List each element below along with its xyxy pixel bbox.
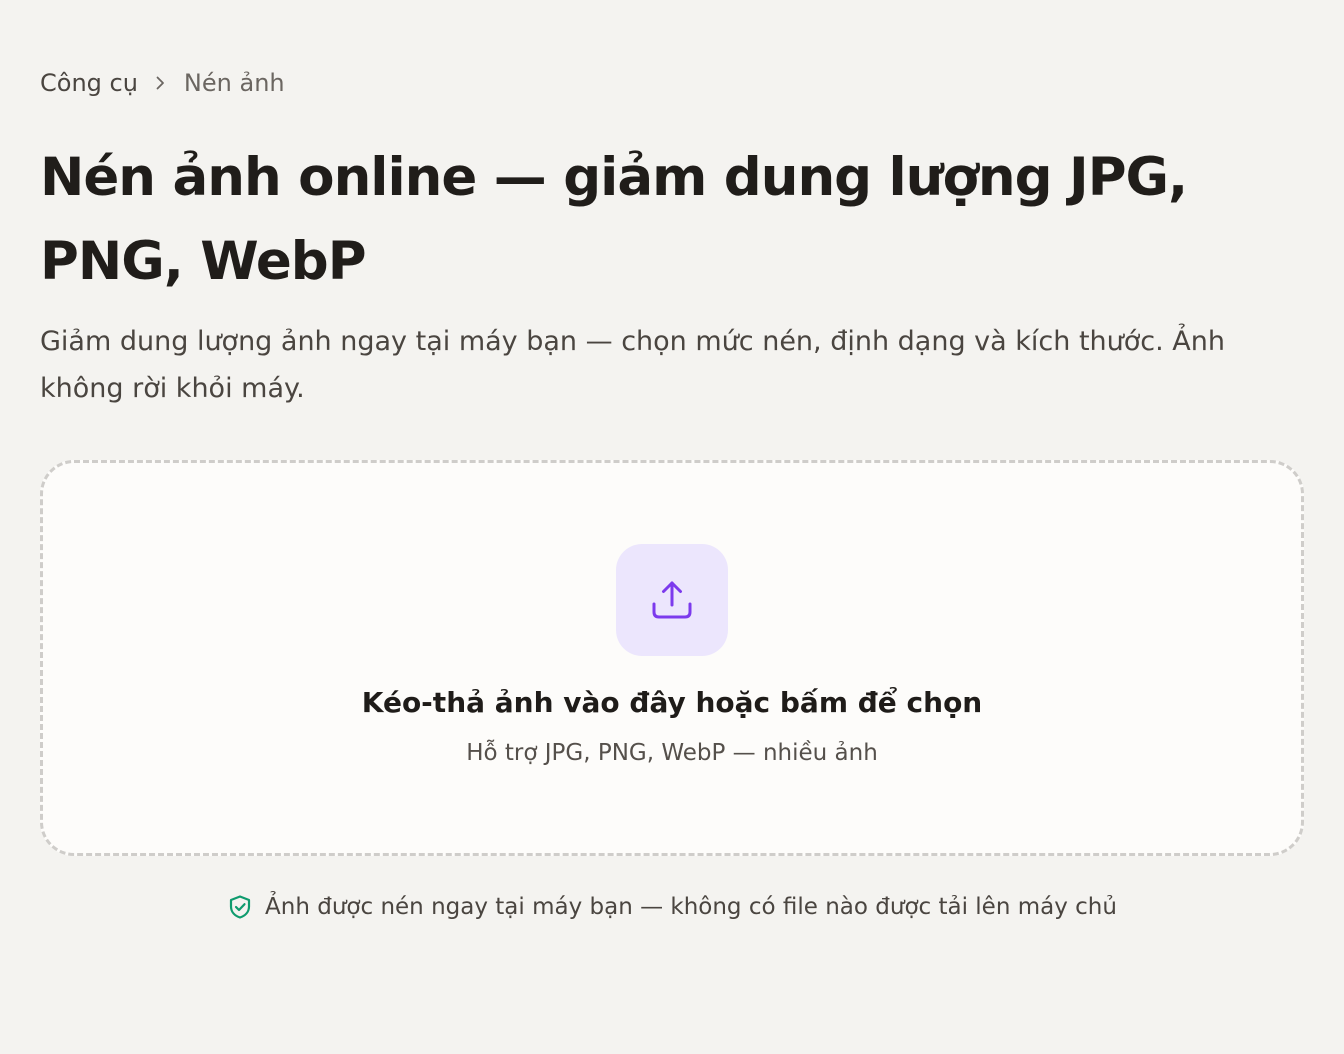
- shield-check-icon: [229, 895, 251, 919]
- dropzone-hint: Hỗ trợ JPG, PNG, WebP — nhiều ảnh: [466, 740, 878, 766]
- page: Công cụ Nén ảnh Nén ảnh online — giảm du…: [0, 0, 1344, 1054]
- page-subtitle: Giảm dung lượng ảnh ngay tại máy bạn — c…: [40, 326, 1225, 404]
- page-title: Nén ảnh online — giảm dung lượng JPG, PN…: [40, 147, 1188, 292]
- upload-icon-tile: [616, 544, 728, 656]
- privacy-text: Ảnh được nén ngay tại máy bạn — không có…: [265, 894, 1117, 920]
- upload-dropzone[interactable]: Kéo-thả ảnh vào đây hoặc bấm để chọn Hỗ …: [40, 460, 1304, 856]
- breadcrumb-link-tools[interactable]: Công cụ: [40, 64, 138, 102]
- upload-icon: [652, 581, 692, 619]
- breadcrumb-current: Nén ảnh: [183, 69, 285, 97]
- chevron-right-icon: [156, 76, 164, 90]
- breadcrumb: Công cụ Nén ảnh: [40, 64, 285, 102]
- privacy-note: Ảnh được nén ngay tại máy bạn — không có…: [0, 888, 1344, 926]
- dropzone-title: Kéo-thả ảnh vào đây hoặc bấm để chọn: [361, 686, 983, 719]
